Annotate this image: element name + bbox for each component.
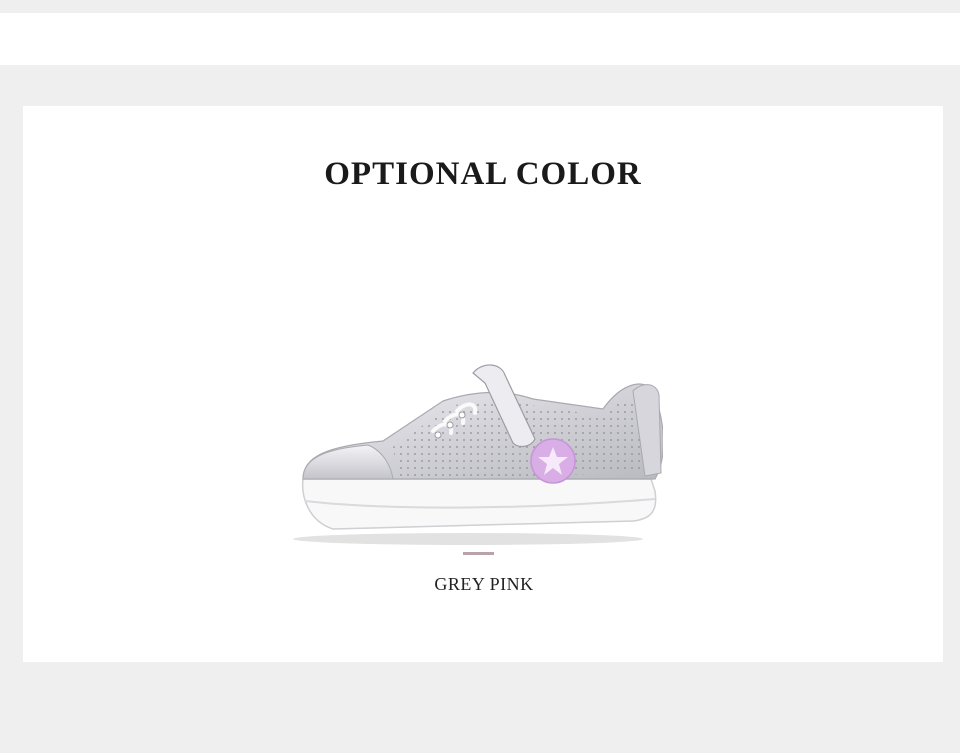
sneaker-image xyxy=(293,364,663,545)
sole xyxy=(301,478,657,530)
top-banner xyxy=(0,13,960,65)
color-swatch xyxy=(463,552,494,555)
color-option-card: OPTIONAL COLOR GREY PINK xyxy=(23,106,943,662)
color-name-label: GREY PINK xyxy=(434,574,534,594)
section-title: OPTIONAL COLOR xyxy=(324,156,642,192)
top-strip xyxy=(0,0,960,13)
